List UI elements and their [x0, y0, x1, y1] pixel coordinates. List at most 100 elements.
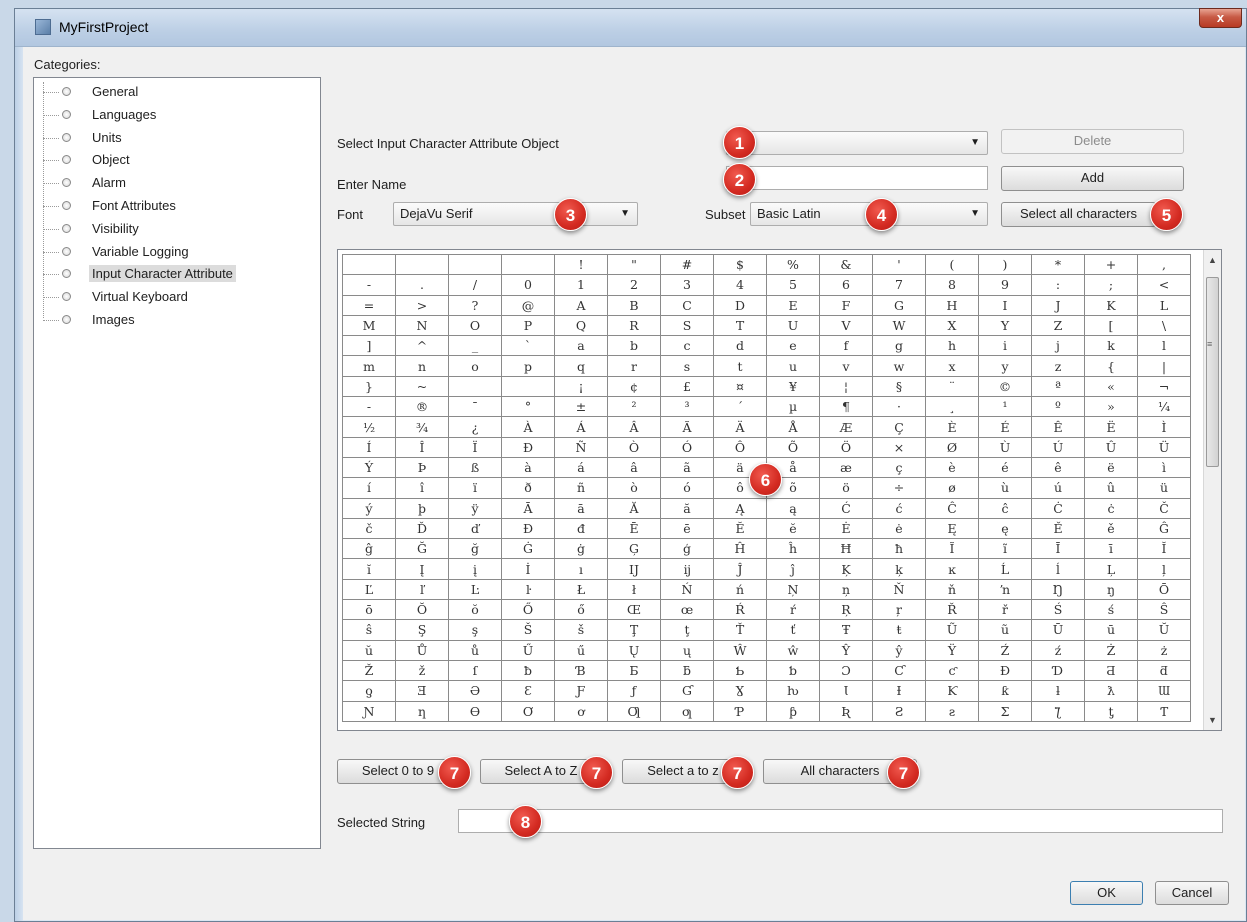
- char-cell[interactable]: Ë: [1084, 416, 1138, 438]
- char-cell[interactable]: Ŗ: [819, 599, 873, 621]
- char-cell[interactable]: \: [1137, 314, 1191, 337]
- char-cell[interactable]: 0: [501, 274, 555, 296]
- char-cell[interactable]: <: [1137, 274, 1191, 296]
- char-cell[interactable]: ½: [342, 416, 396, 438]
- char-cell[interactable]: ŧ: [872, 619, 926, 641]
- char-cell[interactable]: ē: [660, 517, 714, 540]
- char-cell[interactable]: ĝ: [342, 538, 396, 560]
- char-cell[interactable]: Ď: [395, 517, 449, 540]
- char-cell[interactable]: m: [342, 355, 396, 377]
- char-cell[interactable]: ñ: [554, 477, 608, 499]
- char-cell[interactable]: Ó: [660, 436, 714, 458]
- char-cell[interactable]: Ē: [607, 517, 661, 540]
- char-cell[interactable]: Ü: [1137, 436, 1191, 458]
- char-cell[interactable]: »: [1084, 396, 1138, 418]
- char-cell[interactable]: û: [1084, 477, 1138, 499]
- char-cell[interactable]: k: [1084, 335, 1138, 357]
- char-cell[interactable]: Ƒ: [554, 680, 608, 702]
- char-cell[interactable]: Ĉ: [925, 497, 979, 519]
- char-cell[interactable]: x: [925, 355, 979, 377]
- char-cell[interactable]: ś: [1084, 599, 1138, 621]
- char-cell[interactable]: #: [660, 253, 714, 276]
- char-cell[interactable]: Ö: [819, 436, 873, 458]
- scroll-up-icon[interactable]: ▲: [1208, 255, 1217, 265]
- cancel-button[interactable]: Cancel: [1155, 881, 1229, 905]
- char-cell[interactable]: i: [978, 335, 1032, 357]
- char-cell[interactable]: ƕ: [766, 680, 820, 702]
- char-cell[interactable]: 4: [713, 274, 767, 296]
- char-cell[interactable]: ń: [713, 578, 767, 601]
- char-cell[interactable]: 1: [554, 274, 608, 296]
- char-cell[interactable]: N: [395, 314, 449, 337]
- char-cell[interactable]: e: [766, 335, 820, 357]
- char-cell[interactable]: É: [978, 416, 1032, 438]
- char-cell[interactable]: ì: [1137, 456, 1191, 479]
- char-cell[interactable]: Ã: [660, 416, 714, 438]
- char-cell[interactable]: =: [342, 294, 396, 316]
- char-cell[interactable]: Z: [1031, 314, 1085, 337]
- char-cell[interactable]: X: [925, 314, 979, 337]
- char-cell[interactable]: Ç: [872, 416, 926, 438]
- character-grid[interactable]: ! " # $% & '() * +, -./0 1 2 3 4 5 6 7 8 9:; < = >? @ A B C D E F G H…: [337, 249, 1222, 731]
- char-cell[interactable]: ¤: [713, 375, 767, 398]
- char-cell[interactable]: Ƈ: [872, 659, 926, 682]
- delete-button[interactable]: Delete: [1001, 129, 1184, 154]
- char-cell[interactable]: Š: [501, 619, 555, 641]
- char-cell[interactable]: è: [925, 456, 979, 479]
- char-cell[interactable]: ĳ: [660, 558, 714, 580]
- char-cell[interactable]: ÷: [872, 477, 926, 499]
- char-cell[interactable]: Ɛ: [501, 680, 555, 702]
- selected-string-input[interactable]: [458, 809, 1223, 833]
- char-cell[interactable]: İ: [501, 558, 555, 580]
- tree-item[interactable]: Units: [34, 128, 320, 150]
- char-cell[interactable]: O: [448, 314, 502, 337]
- char-cell[interactable]: š: [554, 619, 608, 641]
- tree-item[interactable]: Virtual Keyboard: [34, 287, 320, 309]
- char-cell[interactable]: º: [1031, 396, 1085, 418]
- char-cell[interactable]: ł: [607, 578, 661, 601]
- char-cell[interactable]: ı: [554, 558, 608, 580]
- char-cell[interactable]: Ɔ: [819, 659, 873, 682]
- char-cell[interactable]: é: [978, 456, 1032, 479]
- char-cell[interactable]: Ĝ: [1137, 517, 1191, 540]
- char-cell[interactable]: Ɨ: [872, 680, 926, 702]
- char-cell[interactable]: ": [607, 253, 661, 276]
- char-cell[interactable]: ó: [660, 477, 714, 499]
- char-cell[interactable]: ŝ: [342, 619, 396, 641]
- char-cell[interactable]: Ý: [342, 456, 396, 479]
- char-cell[interactable]: Ô: [713, 436, 767, 458]
- char-cell[interactable]: 8: [925, 274, 979, 296]
- char-cell[interactable]: ©: [978, 375, 1032, 398]
- char-cell[interactable]: Ą: [713, 497, 767, 519]
- char-cell[interactable]: ő: [554, 599, 608, 621]
- char-cell[interactable]: ¼: [1137, 396, 1191, 418]
- char-cell[interactable]: ĭ: [342, 558, 396, 580]
- char-cell[interactable]: ƛ: [1084, 680, 1138, 702]
- char-cell[interactable]: Ɲ: [342, 700, 396, 722]
- char-cell[interactable]: ï: [448, 477, 502, 499]
- tree-item[interactable]: Font Attributes: [34, 196, 320, 218]
- char-cell[interactable]: Ĕ: [713, 517, 767, 540]
- char-cell[interactable]: Ŭ: [1137, 619, 1191, 641]
- font-select[interactable]: DejaVu Serif ▼: [393, 202, 638, 226]
- char-cell[interactable]: ŉ: [978, 578, 1032, 601]
- char-cell[interactable]: &: [819, 253, 873, 276]
- tree-item[interactable]: Variable Logging: [34, 242, 320, 264]
- close-button[interactable]: x: [1199, 8, 1242, 28]
- char-cell[interactable]: Ĺ: [978, 558, 1032, 580]
- char-cell[interactable]: ĸ: [925, 558, 979, 580]
- char-cell[interactable]: Ţ: [607, 619, 661, 641]
- char-cell[interactable]: ď: [448, 517, 502, 540]
- char-cell[interactable]: ^: [395, 335, 449, 357]
- char-cell[interactable]: I: [978, 294, 1032, 316]
- char-cell[interactable]: ą: [766, 497, 820, 519]
- char-cell[interactable]: o: [448, 355, 502, 377]
- char-cell[interactable]: t: [713, 355, 767, 377]
- char-cell[interactable]: T: [713, 314, 767, 337]
- char-cell[interactable]: Ū: [1031, 619, 1085, 641]
- char-cell[interactable]: P: [501, 314, 555, 337]
- char-cell[interactable]: Ò: [607, 436, 661, 458]
- char-cell[interactable]: Ć: [819, 497, 873, 519]
- char-cell[interactable]: v: [819, 355, 873, 377]
- char-cell[interactable]: ğ: [448, 538, 502, 560]
